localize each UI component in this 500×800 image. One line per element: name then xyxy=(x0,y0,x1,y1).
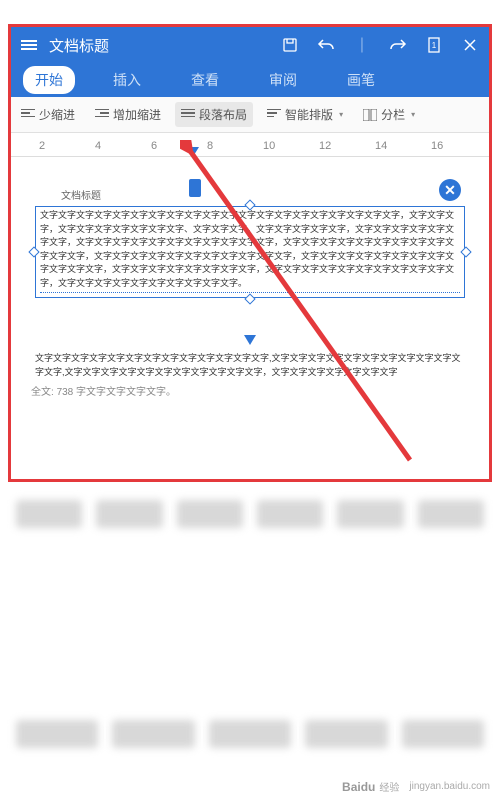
tab-view[interactable]: 查看 xyxy=(179,66,231,94)
tab-bar: 开始 插入 查看 审阅 画笔 xyxy=(11,63,489,97)
document-title: 文档标题 xyxy=(49,35,281,56)
ruler-tick: 8 xyxy=(207,140,213,152)
increase-indent-label: 增加缩进 xyxy=(113,106,161,123)
resize-handle-left[interactable] xyxy=(28,246,39,257)
caret-indicator xyxy=(189,179,201,197)
blurred-toolbar xyxy=(0,488,500,540)
redo-icon[interactable] xyxy=(389,36,407,54)
paragraph-text-2[interactable]: 文字文字文字文字文字文字文字文字文字文字文字文字文字,文字文字文字文字文字文字文… xyxy=(35,352,465,379)
paragraph-icon xyxy=(181,109,195,121)
tab-start[interactable]: 开始 xyxy=(23,66,75,94)
ruler-tick: 6 xyxy=(151,140,157,152)
paragraph-text[interactable]: 文字文字文字文字文字文字文字文字文字文字文字文字文字文字文字文字文字文字文字文字… xyxy=(40,209,460,290)
doc-heading: 文档标题 xyxy=(61,187,469,202)
indent-right-icon xyxy=(95,109,109,121)
smart-icon xyxy=(267,109,281,121)
menu-icon[interactable] xyxy=(21,38,41,52)
ruler-tick: 12 xyxy=(319,140,331,152)
smart-layout-button[interactable]: 智能排版 ▾ xyxy=(261,102,349,127)
decrease-indent-label: 少缩进 xyxy=(39,106,75,123)
close-selection-button[interactable]: ✕ xyxy=(439,179,461,201)
expand-arrow-icon[interactable] xyxy=(244,335,256,345)
ruler-indent-marker[interactable] xyxy=(189,147,199,155)
resize-handle-bottom[interactable] xyxy=(244,293,255,304)
watermark: Baidu 经验 jingyan.baidu.com xyxy=(342,779,490,794)
app-window: 文档标题 | 1 开始 插入 查看 审阅 画笔 少缩进 增加缩进 段落布局 xyxy=(8,24,492,482)
tab-review[interactable]: 审阅 xyxy=(257,66,309,94)
document-area[interactable]: 文档标题 ✕ 文字文字文字文字文字文字文字文字文字文字文字文字文字文字文字文字文… xyxy=(11,157,489,479)
tab-pen[interactable]: 画笔 xyxy=(335,66,387,94)
increase-indent-button[interactable]: 增加缩进 xyxy=(89,102,167,127)
chevron-down-icon: ▾ xyxy=(339,110,343,119)
close-icon[interactable] xyxy=(461,36,479,54)
titlebar: 文档标题 | 1 xyxy=(11,27,489,63)
resize-handle-right[interactable] xyxy=(460,246,471,257)
columns-icon xyxy=(363,109,377,121)
page-icon[interactable]: 1 xyxy=(425,36,443,54)
smart-layout-label: 智能排版 xyxy=(285,106,333,123)
ruler-tick: 10 xyxy=(263,140,275,152)
ruler-tick: 2 xyxy=(39,140,45,152)
svg-text:1: 1 xyxy=(432,41,437,50)
chevron-down-icon: ▾ xyxy=(411,110,415,119)
decrease-indent-button[interactable]: 少缩进 xyxy=(15,102,81,127)
columns-label: 分栏 xyxy=(381,106,405,123)
paragraph-layout-button[interactable]: 段落布局 xyxy=(175,102,253,127)
undo-icon[interactable] xyxy=(317,36,335,54)
columns-button[interactable]: 分栏 ▾ xyxy=(357,102,421,127)
tab-insert[interactable]: 插入 xyxy=(101,66,153,94)
ruler-tick: 16 xyxy=(431,140,443,152)
ruler[interactable]: 2 4 6 8 10 12 14 16 xyxy=(11,133,489,157)
ruler-tick: 4 xyxy=(95,140,101,152)
paragraph-layout-label: 段落布局 xyxy=(199,106,247,123)
blurred-bottom-bar xyxy=(0,708,500,760)
toolbar: 少缩进 增加缩进 段落布局 智能排版 ▾ 分栏 ▾ xyxy=(11,97,489,133)
save-icon[interactable] xyxy=(281,36,299,54)
word-count: 全文: 738 字文字文字文字文字。 xyxy=(31,383,469,398)
selected-paragraph-box[interactable]: 文字文字文字文字文字文字文字文字文字文字文字文字文字文字文字文字文字文字文字文字… xyxy=(35,206,465,298)
indent-left-icon xyxy=(21,109,35,121)
divider-icon: | xyxy=(353,36,371,54)
ruler-tick: 14 xyxy=(375,140,387,152)
